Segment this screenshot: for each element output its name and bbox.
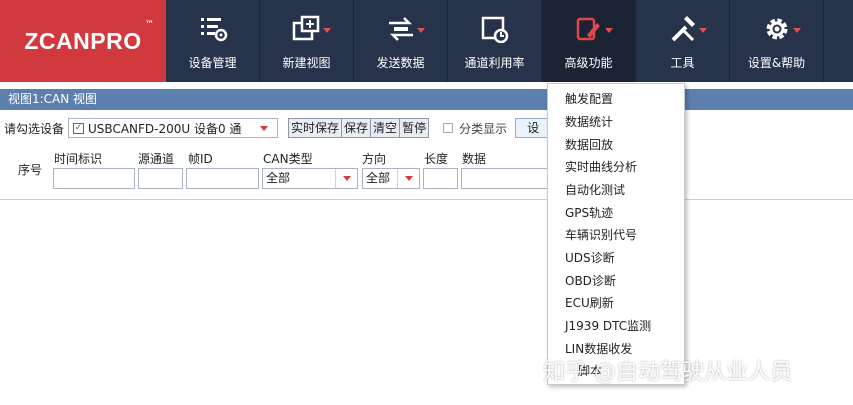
col-header-channel: 源通道 [138,152,175,166]
chevron-down-icon [417,28,425,33]
channel-filter-input[interactable] [138,168,183,189]
toolbar-settings-help[interactable]: 设置&帮助 [730,0,824,82]
can-type-filter-select[interactable]: 全部 [262,168,358,189]
length-filter-input[interactable] [423,168,458,189]
toolbar-tools[interactable]: 工具 [636,0,730,82]
direction-filter-select[interactable]: 全部 [362,168,420,189]
classify-label: 分类显示 [459,121,508,136]
device-row: 请勾选设备 ✓ USBCANFD-200U 设备0 通道0 实时保存 保存 清空… [0,117,853,139]
col-header-data: 数据 [462,152,487,166]
brand-name: ZCANPRO [24,27,142,54]
device-prompt-label: 请勾选设备 [4,121,65,136]
header-divider [0,199,853,200]
device-select-value: USBCANFD-200U 设备0 通道0 [88,121,242,136]
tools-icon [667,14,699,44]
advanced-icon [573,14,605,44]
advanced-menu: 触发配置 数据统计 数据回放 实时曲线分析 自动化测试 GPS轨迹 车辆识别代号… [547,83,685,385]
toolbar-label: 新建视图 [282,56,331,70]
toolbar-channel-usage[interactable]: 通道利用率 [448,0,542,82]
can-type-filter-value: 全部 [266,171,291,185]
watermark-text: 知乎 @自动驾驶从业人员 [543,360,792,385]
channel-usage-icon [479,14,511,44]
menu-item-trigger-config[interactable]: 触发配置 [565,90,613,107]
menu-item-uds-diag[interactable]: UDS诊断 [565,249,615,266]
main-toolbar: ZCANPRO ™ 设备管理 新建视图 发送数据 通道利用率 高级功能 工具 设… [0,0,853,82]
time-filter-input[interactable] [53,168,135,189]
menu-item-vin[interactable]: 车辆识别代号 [565,226,637,243]
col-header-can-type: CAN类型 [263,152,313,166]
device-select[interactable]: ✓ USBCANFD-200U 设备0 通道0 [68,118,279,138]
device-manage-icon [197,14,229,44]
classify-toggle[interactable]: 分类显示 [443,120,507,137]
gear-icon [761,14,793,44]
chevron-down-icon[interactable] [251,119,277,137]
menu-item-j1939-dtc[interactable]: J1939 DTC监测 [565,317,651,334]
col-header-direction: 方向 [362,152,387,166]
toolbar-new-view[interactable]: 新建视图 [260,0,354,82]
menu-item-obd-diag[interactable]: OBD诊断 [565,272,616,289]
pause-button[interactable]: 暂停 [400,119,429,137]
capture-button-group: 实时保存 保存 清空 暂停 [288,118,430,138]
toolbar-label: 高级功能 [564,56,613,70]
chevron-down-icon[interactable] [335,169,357,188]
menu-item-data-statistics[interactable]: 数据统计 [565,113,613,130]
view-title: 视图1:CAN 视图 [8,92,98,106]
col-header-frame-id: 帧ID [188,152,213,166]
toolbar-send-data[interactable]: 发送数据 [354,0,448,82]
col-header-length: 长度 [424,152,449,166]
brand-logo: ZCANPRO ™ [0,0,166,82]
clear-button[interactable]: 清空 [371,119,401,137]
toolbar-label: 设备管理 [188,56,237,70]
new-view-icon [291,14,323,44]
send-data-icon [385,14,417,44]
toolbar-label: 工具 [670,56,695,70]
toolbar-label: 通道利用率 [464,56,525,70]
toolbar-label: 设置&帮助 [747,56,806,70]
frame-id-filter-input[interactable] [186,168,259,189]
menu-item-data-playback[interactable]: 数据回放 [565,136,613,153]
chevron-down-icon [605,28,613,33]
menu-item-realtime-curve[interactable]: 实时曲线分析 [565,158,637,175]
toolbar-advanced[interactable]: 高级功能 [542,0,636,82]
menu-item-ecu-flash[interactable]: ECU刷新 [565,294,614,311]
realtime-save-button[interactable]: 实时保存 [289,119,343,137]
classify-checkbox[interactable] [443,123,454,133]
trademark-mark: ™ [145,20,154,30]
toolbar-device-manage[interactable]: 设备管理 [166,0,260,82]
col-header-seq: 序号 [18,163,43,177]
toolbar-label: 发送数据 [376,56,425,70]
chevron-down-icon [323,28,331,33]
col-header-time: 时间标识 [54,152,103,166]
save-button[interactable]: 保存 [342,119,372,137]
menu-item-auto-test[interactable]: 自动化测试 [565,181,625,198]
chevron-down-icon [793,28,801,33]
device-checkbox[interactable]: ✓ [73,122,85,134]
menu-item-gps-track[interactable]: GPS轨迹 [565,204,613,221]
direction-filter-value: 全部 [366,171,391,185]
chevron-down-icon[interactable] [397,169,419,188]
chevron-down-icon [699,28,707,33]
data-filter-input[interactable] [461,168,549,189]
view-title-bar: 视图1:CAN 视图 [0,89,853,110]
